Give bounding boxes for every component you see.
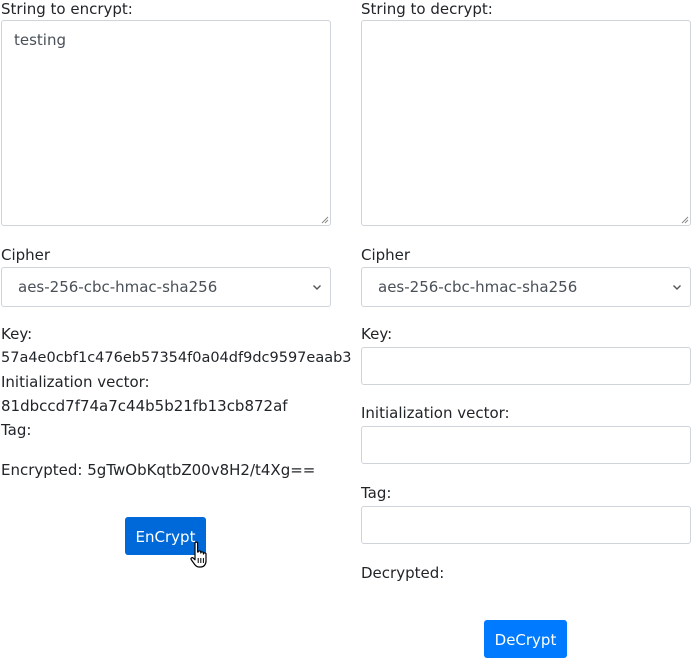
encrypt-cipher-value: aes-256-cbc-hmac-sha256 bbox=[18, 278, 218, 296]
decrypt-iv-input[interactable] bbox=[361, 426, 691, 464]
decrypt-string-label: String to decrypt: bbox=[361, 0, 493, 18]
decrypt-cipher-label: Cipher bbox=[361, 246, 411, 264]
encrypt-string-label: String to encrypt: bbox=[1, 0, 133, 18]
decrypt-cipher-select[interactable]: aes-256-cbc-hmac-sha256 bbox=[361, 267, 691, 307]
decrypt-string-input[interactable] bbox=[361, 20, 691, 226]
decrypt-key-label: Key: bbox=[361, 325, 393, 343]
encrypt-iv-label: Initialization vector: bbox=[1, 373, 150, 391]
encrypt-iv-value: 81dbccd7f74a7c44b5b21fb13cb872af bbox=[1, 397, 288, 415]
encrypt-tag-label: Tag: bbox=[1, 421, 32, 439]
chevron-down-icon bbox=[673, 285, 681, 290]
encrypt-button[interactable]: EnCrypt bbox=[125, 517, 206, 555]
decrypt-iv-label: Initialization vector: bbox=[361, 404, 510, 422]
encrypted-output: Encrypted: 5gTwObKqtbZ00v8H2/t4Xg== bbox=[1, 461, 316, 479]
decrypt-key-input[interactable] bbox=[361, 347, 691, 385]
decrypt-textarea-wrapper bbox=[361, 20, 691, 226]
decrypt-button[interactable]: DeCrypt bbox=[484, 620, 567, 658]
decrypted-output: Decrypted: bbox=[361, 564, 445, 582]
encrypt-textarea-wrapper: testing bbox=[1, 20, 331, 226]
decrypt-tag-input[interactable] bbox=[361, 506, 691, 544]
chevron-down-icon bbox=[313, 285, 321, 290]
encrypt-cipher-select[interactable]: aes-256-cbc-hmac-sha256 bbox=[1, 267, 331, 307]
encrypt-key-label: Key: bbox=[1, 325, 33, 343]
encrypt-string-input[interactable]: testing bbox=[1, 20, 331, 226]
decrypt-cipher-value: aes-256-cbc-hmac-sha256 bbox=[378, 278, 578, 296]
encrypt-key-value: 57a4e0cbf1c476eb57354f0a04df9dc9597eaab3 bbox=[1, 350, 352, 366]
encrypt-cipher-label: Cipher bbox=[1, 246, 51, 264]
decrypt-tag-label: Tag: bbox=[361, 484, 392, 502]
